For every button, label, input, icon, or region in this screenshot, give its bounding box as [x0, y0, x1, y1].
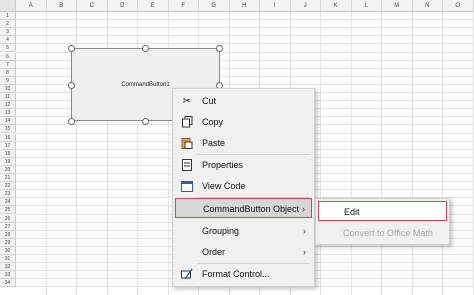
chevron-right-icon: ›	[303, 226, 306, 236]
column-header[interactable]: C	[77, 0, 108, 12]
column-header[interactable]: O	[443, 0, 474, 12]
submenu-item-edit[interactable]: Edit	[318, 201, 447, 221]
format-control-icon	[181, 268, 193, 280]
submenu: Edit Convert to Office Math	[315, 198, 450, 245]
column-header[interactable]: J	[290, 0, 321, 12]
row-header[interactable]: 9	[0, 76, 16, 85]
column-header[interactable]: D	[107, 0, 138, 12]
menu-item-commandbutton-object[interactable]: CommandButton Object ›	[175, 198, 312, 218]
row-header[interactable]: 27	[0, 222, 16, 231]
paste-icon	[181, 137, 193, 149]
row-header[interactable]: 5	[0, 44, 16, 53]
resize-handle-bottom-left[interactable]	[68, 118, 75, 125]
menu-item-cut[interactable]: ✂ Cut	[175, 91, 312, 111]
menu-item-format-control[interactable]: Format Control...	[175, 264, 312, 284]
grid-line	[16, 35, 474, 37]
row-header[interactable]: 16	[0, 133, 16, 142]
row-header[interactable]: 25	[0, 206, 16, 215]
column-header[interactable]: I	[260, 0, 291, 12]
row-header[interactable]: 22	[0, 182, 16, 191]
row-header[interactable]: 30	[0, 246, 16, 255]
grid-line	[472, 12, 474, 295]
context-menu: ✂ Cut Copy Paste Properties View Code Co…	[172, 88, 315, 287]
grid-line	[411, 12, 413, 295]
column-header[interactable]: A	[16, 0, 47, 12]
row-header[interactable]: 28	[0, 230, 16, 239]
row-header[interactable]: 10	[0, 84, 16, 93]
row-header[interactable]: 18	[0, 149, 16, 158]
row-header[interactable]: 12	[0, 101, 16, 110]
grid-line	[45, 12, 47, 295]
column-header[interactable]: B	[46, 0, 77, 12]
row-header[interactable]: 3	[0, 28, 16, 37]
row-header[interactable]: 7	[0, 60, 16, 69]
command-button-caption: CommandButton1	[121, 81, 170, 88]
menu-item-properties[interactable]: Properties	[175, 155, 312, 175]
column-header[interactable]: K	[321, 0, 352, 12]
grid-line	[16, 27, 474, 29]
menu-item-copy[interactable]: Copy	[175, 112, 312, 132]
menu-item-view-code[interactable]: View Code	[175, 176, 312, 196]
select-all-corner[interactable]	[0, 0, 16, 12]
column-header[interactable]: L	[351, 0, 382, 12]
row-header[interactable]: 29	[0, 238, 16, 247]
row-header[interactable]: 2	[0, 20, 16, 29]
row-header[interactable]: 34	[0, 279, 16, 288]
grid-line	[320, 12, 321, 295]
grid-line	[16, 19, 474, 21]
chevron-right-icon: ›	[303, 247, 306, 257]
resize-handle-top[interactable]	[142, 45, 149, 52]
row-header[interactable]: 31	[0, 255, 16, 264]
row-header[interactable]: 4	[0, 36, 16, 45]
row-header[interactable]: 20	[0, 165, 16, 174]
row-header[interactable]: 6	[0, 52, 16, 61]
column-header[interactable]: E	[138, 0, 169, 12]
column-header[interactable]: M	[382, 0, 413, 12]
row-header[interactable]: 21	[0, 174, 16, 183]
resize-handle-top-right[interactable]	[216, 45, 223, 52]
resize-handle-left[interactable]	[68, 82, 75, 89]
row-header[interactable]: 17	[0, 141, 16, 150]
row-header[interactable]: 33	[0, 271, 16, 280]
row-header[interactable]: 1	[0, 12, 16, 21]
row-header[interactable]: 14	[0, 117, 16, 126]
resize-handle-bottom[interactable]	[142, 118, 149, 125]
properties-icon	[181, 159, 193, 171]
submenu-item-convert-to-office-math: Convert to Office Math	[343, 228, 433, 238]
column-header[interactable]: F	[168, 0, 199, 12]
row-header[interactable]: 32	[0, 263, 16, 272]
grid-line	[381, 12, 382, 295]
row-header[interactable]: 15	[0, 125, 16, 134]
scissors-icon: ✂	[182, 95, 192, 107]
row-header[interactable]: 26	[0, 214, 16, 223]
grid-line	[16, 43, 474, 45]
menu-item-order[interactable]: Order ›	[175, 242, 312, 262]
view-code-icon	[181, 180, 193, 192]
column-header[interactable]: G	[199, 0, 230, 12]
row-header[interactable]: 8	[0, 68, 16, 77]
column-header[interactable]: H	[229, 0, 260, 12]
grid-line	[350, 12, 352, 295]
menu-item-grouping[interactable]: Grouping ›	[175, 221, 312, 241]
row-header[interactable]: 23	[0, 190, 16, 199]
grid-line	[442, 12, 443, 295]
menu-item-paste[interactable]: Paste	[175, 133, 312, 153]
row-header[interactable]: 19	[0, 157, 16, 166]
column-header[interactable]: N	[412, 0, 443, 12]
copy-icon	[181, 116, 193, 128]
row-header[interactable]: 11	[0, 93, 16, 102]
row-header[interactable]: 24	[0, 198, 16, 207]
resize-handle-top-left[interactable]	[68, 45, 75, 52]
chevron-right-icon: ›	[302, 204, 305, 214]
row-header[interactable]: 13	[0, 109, 16, 118]
